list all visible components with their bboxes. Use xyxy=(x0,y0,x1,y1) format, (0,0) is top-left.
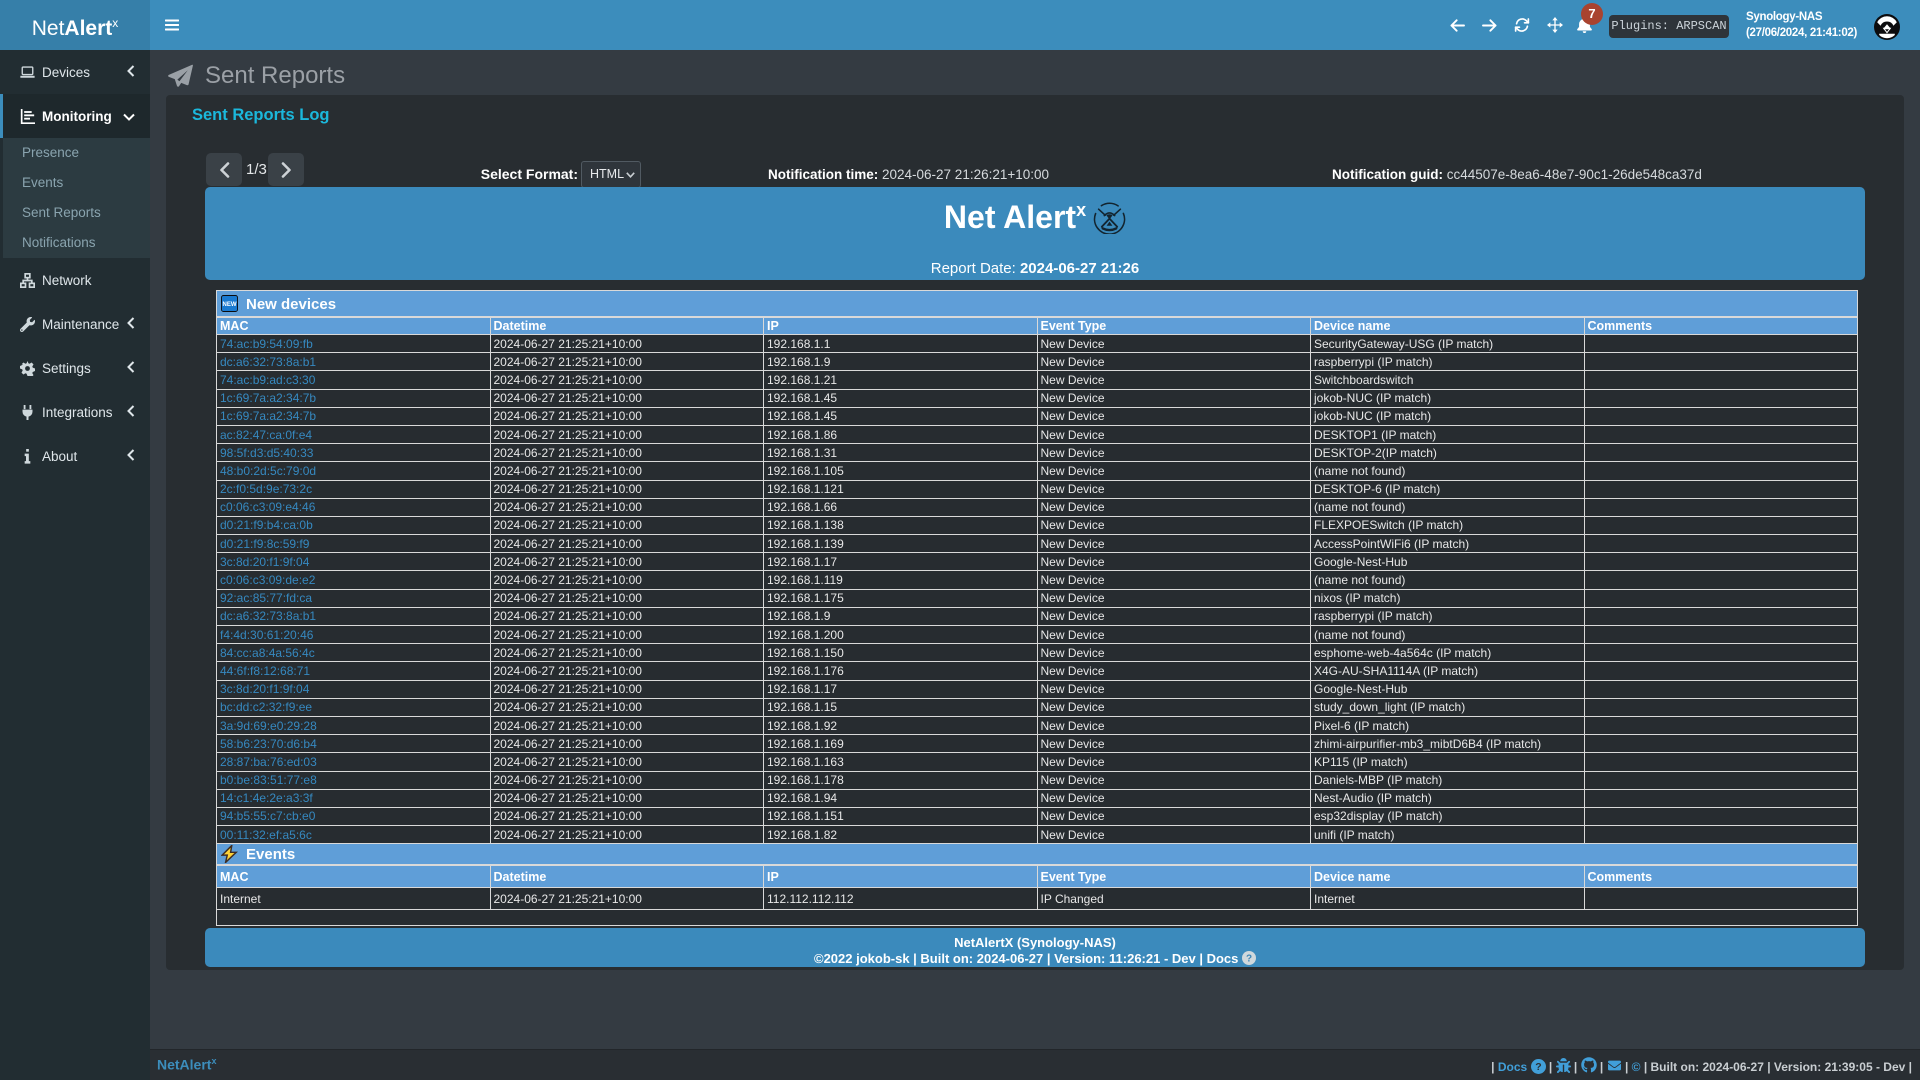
svg-text:?: ? xyxy=(1246,954,1252,965)
svg-text:?: ? xyxy=(1535,1061,1541,1073)
svg-text:NEW: NEW xyxy=(223,302,237,308)
